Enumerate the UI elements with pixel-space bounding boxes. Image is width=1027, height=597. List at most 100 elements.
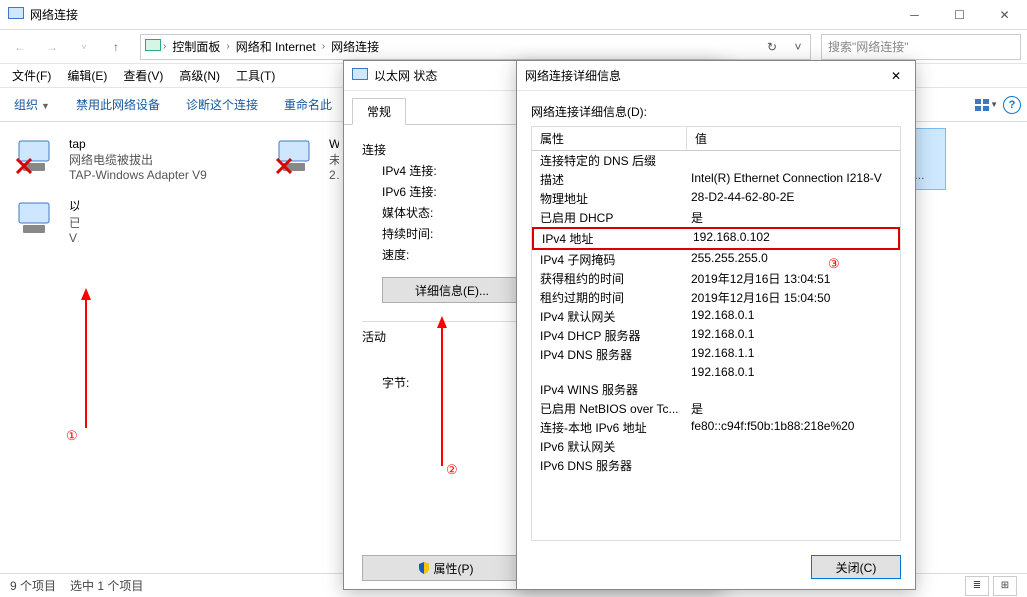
tab-general[interactable]: 常规 [352,98,406,125]
annotation-arrow-1 [79,288,93,428]
detail-property: 获得租约的时间 [532,270,687,287]
detail-row[interactable]: IPv6 默认网关 [532,437,900,456]
connection-item[interactable]: tap 网络电缆被拔出 TAP-Windows Adapter V9 [6,128,266,190]
crumb-network-internet[interactable]: 网络和 Internet [232,38,320,55]
detail-property: IPv4 DHCP 服务器 [532,327,687,344]
col-property[interactable]: 属性 [532,127,687,150]
detail-row[interactable]: 连接特定的 DNS 后缀 [532,151,900,170]
annotation-num-1: ① [66,428,78,444]
view-options-button[interactable]: ▼ [973,94,999,116]
annotation-num-2: ② [446,462,458,478]
help-button[interactable]: ? [1003,96,1021,114]
connection-status: 网络电缆被拔出 [69,151,207,168]
detail-row[interactable]: 已启用 NetBIOS over Tc...是 [532,399,900,418]
menu-edit[interactable]: 编辑(E) [59,65,115,86]
connection-item[interactable]: 以 已启 VM [6,190,86,252]
detail-property: 已启用 NetBIOS over Tc... [532,400,687,417]
detail-value: 28-D2-44-62-80-2E [687,190,900,207]
menu-file[interactable]: 文件(F) [4,65,59,86]
detail-property: IPv6 DNS 服务器 [532,457,687,474]
detail-property: 描述 [532,171,687,188]
detail-row[interactable]: 租约过期的时间2019年12月16日 15:04:50 [532,288,900,307]
menu-advanced[interactable]: 高级(N) [171,65,228,86]
item-count: 9 个项目 [10,577,56,594]
back-button[interactable]: ← [6,33,34,61]
close-button[interactable]: ✕ [982,0,1027,30]
dialog-titlebar[interactable]: 网络连接详细信息 ✕ [517,61,915,91]
detail-row[interactable]: IPv4 DNS 服务器192.168.1.1 [532,345,900,364]
connection-icon [13,195,61,243]
disable-device-button[interactable]: 禁用此网络设备 [68,92,168,117]
address-dropdown[interactable]: ˅ [788,35,808,59]
status-key: IPv6 连接: [362,183,462,200]
window-titlebar: 网络连接 ─ ☐ ✕ [0,0,1027,30]
detail-property: 连接-本地 IPv6 地址 [532,419,687,436]
close-icon[interactable]: ✕ [885,69,907,83]
detail-property: IPv6 默认网关 [532,438,687,455]
detail-row[interactable]: 获得租约的时间2019年12月16日 13:04:51 [532,269,900,288]
detail-value: 2019年12月16日 15:04:50 [687,289,900,306]
organize-button[interactable]: 组织▼ [6,92,58,117]
col-value[interactable]: 值 [687,127,900,150]
detail-value: fe80::c94f:f50b:1b88:218e%20 [687,419,900,436]
refresh-button[interactable]: ↻ [760,35,784,59]
detail-property: IPv4 子网掩码 [532,251,687,268]
details-button[interactable]: 详细信息(E)... [382,277,522,303]
chevron-right-icon: › [322,41,325,52]
detail-value [687,457,900,474]
details-view-button[interactable]: ≣ [965,576,989,596]
crumb-control-panel[interactable]: 控制面板 [168,38,224,55]
details-header-label: 网络连接详细信息(D): [531,103,901,120]
recent-dropdown[interactable]: ˅ [70,33,98,61]
status-key: 持续时间: [362,225,462,242]
detail-row[interactable]: IPv4 默认网关192.168.0.1 [532,307,900,326]
connection-details-dialog: 网络连接详细信息 ✕ 网络连接详细信息(D): 属性 值 连接特定的 DNS 后… [516,60,916,590]
maximize-button[interactable]: ☐ [937,0,982,30]
detail-property: 租约过期的时间 [532,289,687,306]
details-list[interactable]: 连接特定的 DNS 后缀描述Intel(R) Ethernet Connecti… [531,151,901,541]
detail-row[interactable]: IPv4 子网掩码255.255.255.0 [532,250,900,269]
chevron-right-icon: › [226,41,229,52]
connection-status: 未连 [329,151,339,168]
icons-view-button[interactable]: ⊞ [993,576,1017,596]
detail-row[interactable]: 连接-本地 IPv6 地址fe80::c94f:f50b:1b88:218e%2… [532,418,900,437]
properties-button[interactable]: 属性(P) [362,555,529,581]
details-list-header: 属性 值 [531,126,901,151]
control-panel-icon [145,39,161,54]
connection-status: 已启 [69,214,79,231]
detail-row[interactable]: IPv4 WINS 服务器 [532,380,900,399]
connection-device: 2x2 [329,168,339,182]
diagnose-button[interactable]: 诊断这个连接 [178,92,266,117]
up-button[interactable]: ↑ [102,33,130,61]
detail-value [687,438,900,455]
menu-view[interactable]: 查看(V) [115,65,171,86]
rename-button[interactable]: 重命名此 [276,92,340,117]
detail-row[interactable]: 192.168.0.1 [532,364,900,380]
detail-value: 192.168.0.102 [689,230,898,247]
window-title: 网络连接 [30,6,78,23]
menu-tools[interactable]: 工具(T) [228,65,283,86]
detail-property: IPv4 默认网关 [532,308,687,325]
crumb-network-connections[interactable]: 网络连接 [327,38,383,55]
detail-row[interactable]: IPv4 DHCP 服务器192.168.0.1 [532,326,900,345]
search-placeholder: 搜索"网络连接" [828,38,909,55]
detail-row[interactable]: IPv4 地址192.168.0.102 [532,227,900,250]
close-button[interactable]: 关闭(C) [811,555,901,579]
detail-value: 255.255.255.0 [687,251,900,268]
detail-row[interactable]: IPv6 DNS 服务器 [532,456,900,475]
forward-button[interactable]: → [38,33,66,61]
detail-property: 已启用 DHCP [532,209,687,226]
search-input[interactable]: 搜索"网络连接" [821,34,1021,60]
minimize-button[interactable]: ─ [892,0,937,30]
detail-row[interactable]: 物理地址28-D2-44-62-80-2E [532,189,900,208]
detail-value: 是 [687,400,900,417]
connection-icon [13,133,61,181]
breadcrumb[interactable]: › 控制面板 › 网络和 Internet › 网络连接 ˅ ↻ [140,34,811,60]
connection-device: VM [69,231,79,245]
status-key: 媒体状态: [362,204,462,221]
detail-row[interactable]: 已启用 DHCP是 [532,208,900,227]
detail-row[interactable]: 描述Intel(R) Ethernet Connection I218-V [532,170,900,189]
annotation-arrow-2 [435,316,449,466]
connection-item[interactable]: WL 未连 2x2 [266,128,346,190]
selected-count: 选中 1 个项目 [70,577,143,594]
